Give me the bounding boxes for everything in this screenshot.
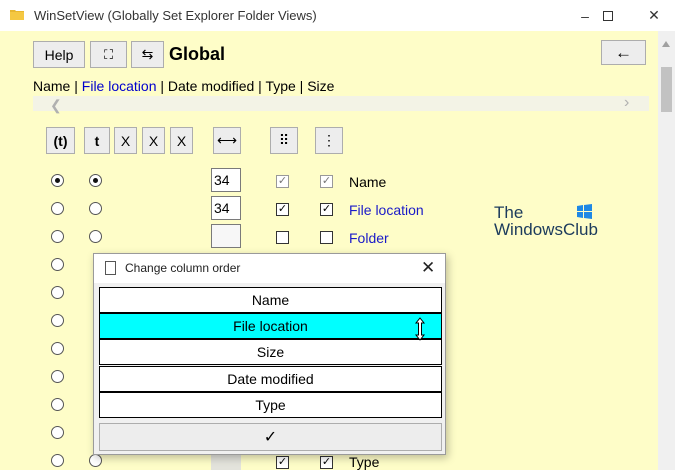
fullscreen-icon: ⛶	[103, 46, 114, 62]
width-input-row2[interactable]: 34	[211, 196, 241, 220]
column-order-item-size[interactable]: Size	[99, 339, 442, 365]
tool-reset-button[interactable]: t	[84, 127, 110, 154]
close-button[interactable]: ✕	[631, 0, 677, 31]
column-order-item-file-location[interactable]: File location	[99, 313, 442, 339]
column-width-button[interactable]: ⟷	[213, 127, 241, 154]
logo-line-2: WindowsClub	[494, 220, 598, 239]
window-title: WinSetView (Globally Set Explorer Folder…	[34, 8, 317, 23]
checkbox-b-row11[interactable]: ✓	[320, 456, 333, 469]
row-label-name: Name	[349, 174, 387, 190]
row-label-type: Type	[349, 454, 380, 470]
resize-cursor-icon	[414, 317, 426, 341]
change-column-order-dialog: Change column order ✕ Name File location…	[93, 253, 446, 455]
column-header-file-location[interactable]: File location	[82, 78, 157, 94]
tool-clear-button-3[interactable]: X	[170, 127, 193, 154]
column-header-separator: |	[70, 78, 82, 94]
vertical-scrollbar[interactable]	[658, 31, 675, 470]
folder-icon	[10, 10, 24, 20]
document-icon	[105, 261, 116, 275]
swap-button[interactable]: ⇆	[131, 41, 164, 68]
confirm-order-button[interactable]: ✓	[99, 423, 442, 451]
tool-clear-button-2[interactable]: X	[142, 127, 165, 154]
dialog-title: Change column order	[125, 261, 241, 275]
vertical-dots-icon: ⋮	[322, 132, 336, 148]
column-header-name: Name	[33, 78, 71, 94]
column-order-button[interactable]: ⋮	[315, 127, 343, 154]
radio-col1-row2[interactable]	[51, 202, 64, 215]
checkbox-a-row2[interactable]: ✓	[276, 203, 289, 216]
tool-reset-paren-button[interactable]: (t)	[46, 127, 75, 154]
app-window: WinSetView (Globally Set Explorer Folder…	[0, 0, 700, 470]
scrollbar-thumb[interactable]	[661, 67, 672, 112]
scroll-up-arrow-icon[interactable]	[662, 41, 670, 47]
column-order-item-type[interactable]: Type	[99, 392, 442, 418]
column-order-item-name[interactable]: Name	[99, 287, 442, 313]
maximize-icon	[603, 10, 613, 21]
close-icon: ✕	[648, 7, 660, 23]
checkbox-b-row2[interactable]: ✓	[320, 203, 333, 216]
checkbox-a-row3[interactable]	[276, 231, 289, 244]
swap-icon: ⇆	[141, 46, 154, 62]
radio-col1-row4[interactable]	[51, 258, 64, 271]
column-grid-button[interactable]: ⠿	[270, 127, 298, 154]
radio-col2-row3[interactable]	[89, 230, 102, 243]
title-bar: WinSetView (Globally Set Explorer Folder…	[0, 0, 700, 31]
column-header-rest: | Date modified | Type | Size	[156, 78, 335, 94]
column-header-summary: Name | File location | Date modified | T…	[33, 78, 334, 94]
width-input-row1[interactable]: 34	[211, 168, 241, 192]
radio-col1-row8[interactable]	[51, 370, 64, 383]
checkbox-b-row3[interactable]	[320, 231, 333, 244]
radio-col2-row11[interactable]	[89, 454, 102, 467]
window-edge	[675, 31, 700, 470]
scope-title: Global	[169, 44, 226, 64]
checkbox-b-row1[interactable]: ✓	[320, 175, 333, 188]
dialog-title-bar: Change column order ✕	[94, 254, 445, 283]
tool-clear-button-1[interactable]: X	[114, 127, 137, 154]
back-button[interactable]: ←	[601, 40, 646, 65]
scroll-left-icon[interactable]: ❮	[50, 97, 62, 114]
row-label-file-location[interactable]: File location	[349, 202, 424, 218]
radio-col1-row9[interactable]	[51, 398, 64, 411]
width-arrows-icon: ⟷	[216, 132, 238, 148]
radio-col1-row3[interactable]	[51, 230, 64, 243]
checkmark-icon: ✓	[263, 429, 278, 446]
column-order-item-date-modified[interactable]: Date modified	[99, 366, 442, 392]
fullscreen-button[interactable]: ⛶	[90, 41, 127, 68]
row-label-folder[interactable]: Folder	[349, 230, 389, 246]
radio-col1-row7[interactable]	[51, 342, 64, 355]
radio-col1-row5[interactable]	[51, 286, 64, 299]
back-arrow-icon: ←	[615, 42, 632, 62]
radio-col1-row6[interactable]	[51, 314, 64, 327]
width-input-row3[interactable]	[211, 224, 241, 248]
radio-col1-row10[interactable]	[51, 426, 64, 439]
grid-dots-icon: ⠿	[278, 132, 290, 148]
checkbox-a-row1[interactable]: ✓	[276, 175, 289, 188]
maximize-button[interactable]	[585, 0, 631, 31]
scroll-right-icon[interactable]: ›	[624, 94, 629, 112]
horizontal-scrollbar[interactable]	[33, 96, 649, 111]
radio-col1-row11[interactable]	[51, 454, 64, 467]
help-button[interactable]: Help	[33, 41, 85, 68]
radio-col2-row2[interactable]	[89, 202, 102, 215]
windows-logo-icon	[577, 204, 592, 219]
checkbox-a-row11[interactable]: ✓	[276, 456, 289, 469]
radio-col1-row1[interactable]	[51, 174, 64, 187]
dialog-close-icon[interactable]: ✕	[421, 258, 435, 278]
radio-col2-row1[interactable]	[89, 174, 102, 187]
